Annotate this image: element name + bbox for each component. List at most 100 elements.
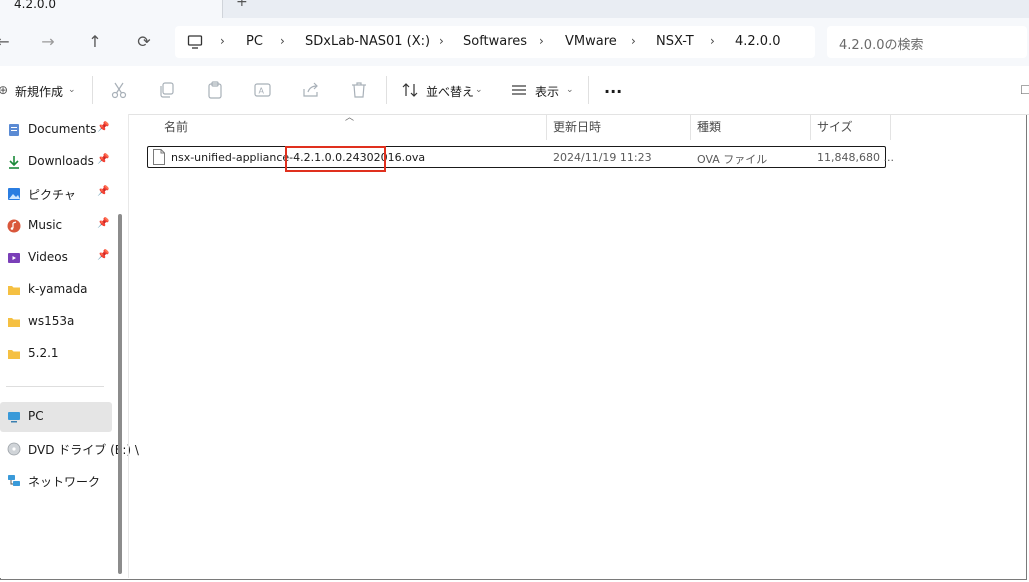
toolbar-divider (386, 76, 387, 104)
toolbar-divider (588, 76, 589, 104)
breadcrumb-separator: › (710, 34, 715, 48)
sidebar-item-label: ピクチャ (28, 188, 76, 202)
column-header-date[interactable]: 更新日時 (553, 118, 601, 140)
breadcrumb-separator: › (539, 34, 544, 48)
breadcrumb-item-nsxt[interactable]: NSX-T (656, 34, 694, 49)
breadcrumb-item-softwares[interactable]: Softwares (463, 34, 527, 49)
tab-title: 4.2.0.0 (14, 0, 56, 11)
sidebar-item-label: 5.2.1 (28, 346, 59, 360)
column-divider[interactable] (690, 114, 691, 140)
breadcrumb-item-nas[interactable]: SDxLab-NAS01 (X:) (305, 34, 430, 49)
tab-current[interactable]: 4.2.0.0 (0, 0, 223, 18)
sidebar-scrollbar[interactable] (118, 214, 122, 574)
toolbar-divider (92, 76, 93, 104)
details-pane-icon[interactable]: ☐ (1020, 83, 1029, 97)
breadcrumb-item-version[interactable]: 4.2.0.0 (735, 34, 780, 49)
sidebar-item-k-yamada[interactable]: k-yamada (0, 275, 112, 305)
documents-icon (9, 124, 19, 136)
chevron-down-icon: ⌄ (68, 85, 76, 95)
new-plus-icon: ⊕ (0, 83, 9, 97)
sidebar-item-downloads[interactable]: Downloads 📌 (0, 147, 112, 177)
back-button[interactable]: ← (0, 31, 14, 53)
view-icon (512, 85, 526, 95)
folder-icon (8, 350, 20, 359)
breadcrumb-item-pc[interactable]: PC (246, 34, 263, 49)
address-bar[interactable]: › PC › SDxLab-NAS01 (X:) › Softwares › V… (175, 26, 815, 58)
sidebar-item-label: PC (28, 409, 44, 423)
sidebar-item-network[interactable]: ネットワーク (0, 466, 112, 496)
forward-button[interactable]: → (37, 31, 59, 53)
pane-divider (128, 114, 129, 578)
copy-icon[interactable] (157, 80, 177, 100)
pin-icon: 📌 (97, 154, 110, 165)
sidebar-item-label: Videos (28, 250, 68, 264)
sort-icon (402, 83, 418, 97)
new-button[interactable]: 新規作成 (15, 83, 63, 100)
file-type: OVA ファイル (697, 153, 768, 166)
pictures-icon (8, 188, 20, 200)
svg-text:A: A (259, 87, 265, 96)
sidebar-item-label: Documents (28, 122, 97, 136)
pin-icon: 📌 (97, 250, 110, 261)
file-size: 11,848,680 ... (817, 151, 894, 164)
sidebar-divider (6, 386, 104, 387)
search-box[interactable]: 4.2.0.0の検索 (827, 26, 1027, 58)
breadcrumb-separator: › (280, 34, 285, 48)
pc-icon (8, 412, 20, 423)
search-input[interactable]: 4.2.0.0の検索 (839, 34, 923, 53)
navigation-bar: ← → ↑ ⟳ › PC › SDxLab-NAS01 (X:) › Softw… (0, 18, 1029, 66)
file-icon (153, 149, 165, 165)
sidebar-item-pc[interactable]: PC (0, 402, 112, 432)
sidebar-item-documents[interactable]: Documents 📌 (0, 115, 112, 145)
sidebar-item-videos[interactable]: Videos 📌 (0, 243, 112, 273)
chevron-down-icon: ⌄ (475, 85, 483, 95)
sidebar-item-ws153a[interactable]: ws153a (0, 307, 112, 337)
sidebar-item-dvd[interactable]: DVD ドライブ (E:) \ (0, 434, 139, 464)
command-bar: ⊕ 新規作成 ⌄ A 並べ替え ⌄ 表示 ⌄ ... ☐ (0, 66, 1029, 115)
new-tab-button[interactable]: + (236, 0, 248, 10)
paste-icon[interactable] (205, 80, 225, 100)
breadcrumb-separator: › (631, 34, 636, 48)
music-icon (7, 219, 21, 233)
more-options-button[interactable]: ... (604, 78, 622, 97)
downloads-icon (9, 156, 19, 169)
column-divider[interactable] (810, 114, 811, 140)
column-divider[interactable] (890, 114, 891, 140)
monitor-icon (187, 35, 203, 49)
sidebar-item-music[interactable]: Music 📌 (0, 211, 112, 241)
sidebar-item-label: DVD ドライブ (E:) \ (28, 443, 139, 457)
folder-icon (8, 286, 20, 295)
cut-icon[interactable] (109, 80, 129, 100)
column-header-name[interactable]: 名前 (164, 118, 188, 140)
pin-icon: 📌 (97, 218, 110, 229)
view-button[interactable]: 表示 (535, 83, 559, 100)
sidebar-item-label: ws153a (28, 314, 75, 328)
column-header-size[interactable]: サイズ (817, 118, 853, 140)
file-date: 2024/11/19 11:23 (553, 151, 652, 164)
navigation-pane: Documents 📌 Downloads 📌 ピクチャ 📌 Music 📌 V… (0, 114, 139, 578)
column-divider[interactable] (546, 114, 547, 140)
chevron-down-icon: ⌄ (566, 85, 574, 95)
sidebar-item-label: Music (28, 218, 63, 232)
pin-icon: 📌 (97, 122, 110, 133)
sort-button[interactable]: 並べ替え (426, 83, 474, 100)
sort-ascending-icon: ︿ (345, 113, 355, 123)
up-button[interactable]: ↑ (84, 31, 106, 53)
pin-icon: 📌 (97, 186, 110, 197)
share-icon[interactable] (301, 80, 321, 100)
sidebar-item-label: Downloads (28, 154, 94, 168)
rename-icon[interactable]: A (253, 80, 273, 100)
videos-icon (8, 253, 20, 263)
version-highlight-box (285, 146, 386, 172)
column-header-type[interactable]: 種類 (697, 118, 721, 140)
sidebar-item-521[interactable]: 5.2.1 (0, 339, 112, 369)
delete-icon[interactable] (349, 80, 369, 100)
file-row[interactable]: nsx-unified-appliance-4.2.1.0.0.24302016… (147, 146, 894, 168)
breadcrumb-item-vmware[interactable]: VMware (565, 34, 617, 49)
sidebar-item-pictures[interactable]: ピクチャ 📌 (0, 179, 112, 209)
sidebar-item-label: k-yamada (28, 282, 88, 296)
network-icon (8, 475, 20, 486)
folder-icon (8, 318, 20, 327)
tab-bar: 4.2.0.0 + (0, 0, 1029, 18)
refresh-button[interactable]: ⟳ (133, 31, 155, 53)
